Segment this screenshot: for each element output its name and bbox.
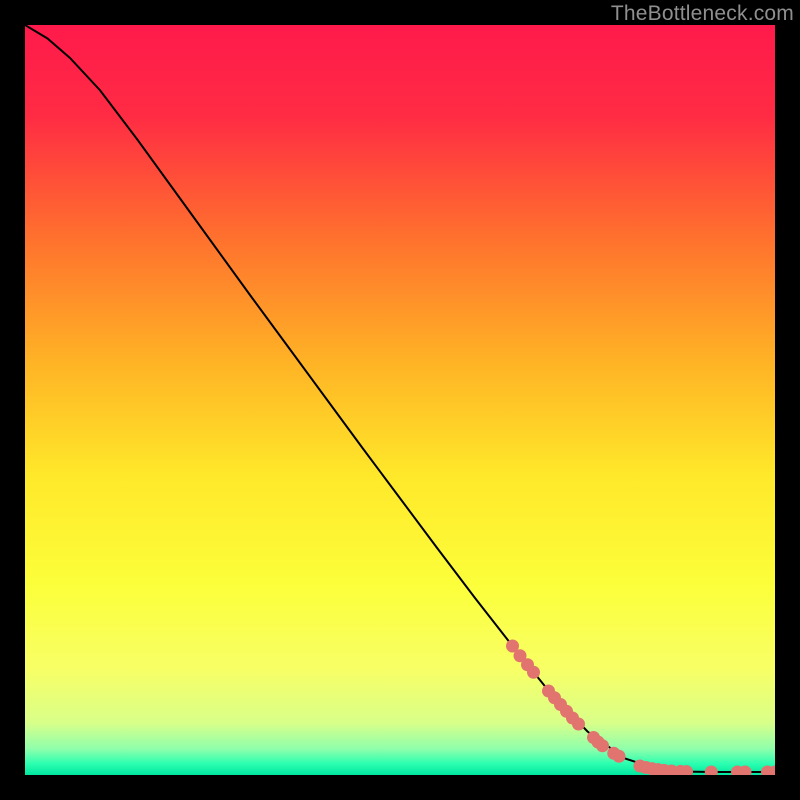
chart-svg: [25, 25, 775, 775]
data-marker: [572, 718, 585, 731]
chart-frame: TheBottleneck.com: [0, 0, 800, 800]
plot-area: [25, 25, 775, 775]
data-marker: [613, 750, 626, 763]
data-marker: [527, 666, 540, 679]
watermark-text: TheBottleneck.com: [611, 2, 794, 26]
data-marker: [596, 739, 609, 752]
gradient-background: [25, 25, 775, 775]
